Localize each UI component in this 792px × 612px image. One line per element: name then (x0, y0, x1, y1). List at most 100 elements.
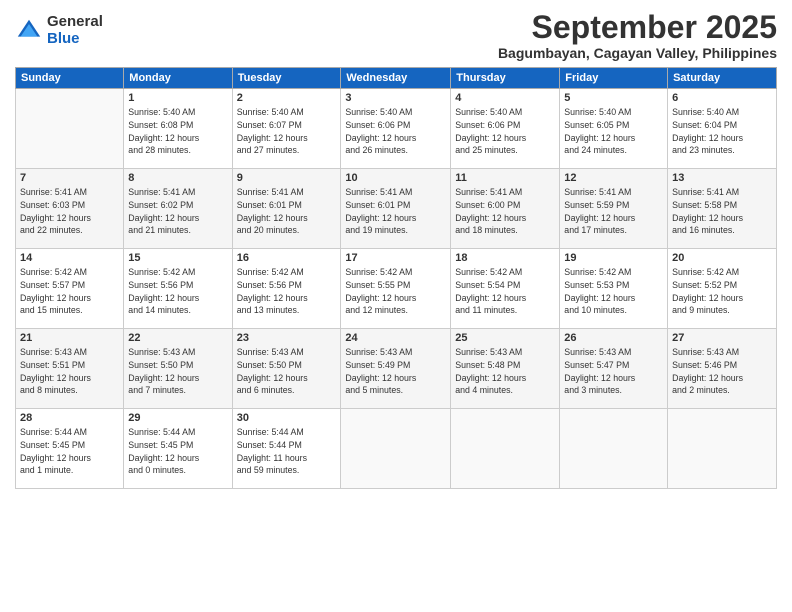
day-number: 1 (128, 92, 227, 104)
day-info: Sunrise: 5:43 AM Sunset: 5:50 PM Dayligh… (128, 346, 227, 397)
day-number: 9 (237, 172, 337, 184)
day-number: 7 (20, 172, 119, 184)
day-info: Sunrise: 5:42 AM Sunset: 5:54 PM Dayligh… (455, 266, 555, 317)
calendar-cell: 4Sunrise: 5:40 AM Sunset: 6:06 PM Daylig… (451, 89, 560, 169)
day-number: 25 (455, 332, 555, 344)
calendar-cell: 27 Sunrise: 5:43 AM Sunset: 5:46 PM Dayli… (668, 329, 777, 409)
day-info: Sunrise: 5:40 AM Sunset: 6:07 PM Dayligh… (237, 106, 337, 157)
day-number: 2 (237, 92, 337, 104)
calendar-cell (560, 409, 668, 489)
calendar-cell: 20 Sunrise: 5:42 AM Sunset: 5:52 PM Dayli… (668, 249, 777, 329)
day-info: Sunrise: 5:44 AM Sunset: 5:45 PM Dayligh… (20, 426, 119, 477)
calendar-cell: 21 Sunrise: 5:43 AM Sunset: 5:51 PM Dayli… (16, 329, 124, 409)
title-area: September 2025 Bagumbayan, Cagayan Valle… (498, 10, 777, 61)
day-number: 28 (20, 412, 119, 424)
calendar-cell: 14 Sunrise: 5:42 AM Sunset: 5:57 PM Dayli… (16, 249, 124, 329)
day-info: Sunrise: 5:42 AM Sunset: 5:53 PM Dayligh… (564, 266, 663, 317)
day-number: 14 (20, 252, 119, 264)
day-info: Sunrise: 5:41 AM Sunset: 6:00 PM Dayligh… (455, 186, 555, 237)
calendar-cell: 30 Sunrise: 5:44 AM Sunset: 5:44 PM Dayli… (232, 409, 341, 489)
calendar-cell: 11 Sunrise: 5:41 AM Sunset: 6:00 PM Dayli… (451, 169, 560, 249)
calendar-week-1: 1 Sunrise: 5:40 AM Sunset: 6:08 PM Daylig… (16, 89, 777, 169)
calendar-cell (341, 409, 451, 489)
calendar-cell: 3 Sunrise: 5:40 AM Sunset: 6:06 PM Daylig… (341, 89, 451, 169)
day-info: Sunrise: 5:42 AM Sunset: 5:55 PM Dayligh… (345, 266, 446, 317)
day-info: Sunrise: 5:43 AM Sunset: 5:48 PM Dayligh… (455, 346, 555, 397)
day-info: Sunrise: 5:41 AM Sunset: 6:01 PM Dayligh… (237, 186, 337, 237)
day-info: Sunrise: 5:44 AM Sunset: 5:44 PM Dayligh… (237, 426, 337, 477)
weekday-header-tuesday: Tuesday (232, 68, 341, 89)
day-info: Sunrise: 5:40 AM Sunset: 6:08 PM Dayligh… (128, 106, 227, 157)
day-number: 10 (345, 172, 446, 184)
calendar-cell: 22 Sunrise: 5:43 AM Sunset: 5:50 PM Dayli… (124, 329, 232, 409)
day-info: Sunrise: 5:43 AM Sunset: 5:46 PM Dayligh… (672, 346, 772, 397)
day-info: Sunrise: 5:41 AM Sunset: 6:01 PM Dayligh… (345, 186, 446, 237)
day-number: 19 (564, 252, 663, 264)
weekday-header-saturday: Saturday (668, 68, 777, 89)
month-title: September 2025 (498, 10, 777, 45)
day-info: Sunrise: 5:43 AM Sunset: 5:50 PM Dayligh… (237, 346, 337, 397)
weekday-header-thursday: Thursday (451, 68, 560, 89)
day-number: 27 (672, 332, 772, 344)
calendar-cell: 12 Sunrise: 5:41 AM Sunset: 5:59 PM Dayli… (560, 169, 668, 249)
calendar-cell: 17 Sunrise: 5:42 AM Sunset: 5:55 PM Dayli… (341, 249, 451, 329)
day-number: 17 (345, 252, 446, 264)
calendar-cell: 2 Sunrise: 5:40 AM Sunset: 6:07 PM Daylig… (232, 89, 341, 169)
calendar-week-2: 7 Sunrise: 5:41 AM Sunset: 6:03 PM Daylig… (16, 169, 777, 249)
weekday-header-friday: Friday (560, 68, 668, 89)
calendar-cell (451, 409, 560, 489)
day-info: Sunrise: 5:44 AM Sunset: 5:45 PM Dayligh… (128, 426, 227, 477)
calendar-cell: 8 Sunrise: 5:41 AM Sunset: 6:02 PM Daylig… (124, 169, 232, 249)
calendar-cell: 5 Sunrise: 5:40 AM Sunset: 6:05 PM Daylig… (560, 89, 668, 169)
day-number: 22 (128, 332, 227, 344)
day-number: 16 (237, 252, 337, 264)
day-info: Sunrise: 5:41 AM Sunset: 6:02 PM Dayligh… (128, 186, 227, 237)
calendar-week-4: 21 Sunrise: 5:43 AM Sunset: 5:51 PM Dayli… (16, 329, 777, 409)
day-info: Sunrise: 5:40 AM Sunset: 6:06 PM Dayligh… (345, 106, 446, 157)
calendar-cell (668, 409, 777, 489)
day-number: 15 (128, 252, 227, 264)
day-number: 18 (455, 252, 555, 264)
day-number: 8 (128, 172, 227, 184)
calendar-cell: 18 Sunrise: 5:42 AM Sunset: 5:54 PM Dayli… (451, 249, 560, 329)
calendar-cell: 23Sunrise: 5:43 AM Sunset: 5:50 PM Dayli… (232, 329, 341, 409)
day-number: 20 (672, 252, 772, 264)
day-info: Sunrise: 5:42 AM Sunset: 5:57 PM Dayligh… (20, 266, 119, 317)
day-info: Sunrise: 5:40 AM Sunset: 6:05 PM Dayligh… (564, 106, 663, 157)
day-info: Sunrise: 5:42 AM Sunset: 5:56 PM Dayligh… (128, 266, 227, 317)
calendar-cell: 28 Sunrise: 5:44 AM Sunset: 5:45 PM Dayli… (16, 409, 124, 489)
day-number: 3 (345, 92, 446, 104)
day-info: Sunrise: 5:41 AM Sunset: 5:58 PM Dayligh… (672, 186, 772, 237)
day-number: 12 (564, 172, 663, 184)
day-number: 26 (564, 332, 663, 344)
calendar-cell: 26 Sunrise: 5:43 AM Sunset: 5:47 PM Dayli… (560, 329, 668, 409)
day-number: 29 (128, 412, 227, 424)
calendar-table: SundayMondayTuesdayWednesdayThursdayFrid… (15, 67, 777, 489)
calendar-cell: 9 Sunrise: 5:41 AM Sunset: 6:01 PM Daylig… (232, 169, 341, 249)
day-number: 21 (20, 332, 119, 344)
day-info: Sunrise: 5:41 AM Sunset: 5:59 PM Dayligh… (564, 186, 663, 237)
day-number: 5 (564, 92, 663, 104)
day-number: 30 (237, 412, 337, 424)
location-title: Bagumbayan, Cagayan Valley, Philippines (498, 45, 777, 61)
calendar-cell: 25 Sunrise: 5:43 AM Sunset: 5:48 PM Dayli… (451, 329, 560, 409)
day-info: Sunrise: 5:42 AM Sunset: 5:56 PM Dayligh… (237, 266, 337, 317)
day-info: Sunrise: 5:43 AM Sunset: 5:49 PM Dayligh… (345, 346, 446, 397)
calendar-cell: 13Sunrise: 5:41 AM Sunset: 5:58 PM Dayli… (668, 169, 777, 249)
day-number: 11 (455, 172, 555, 184)
weekday-header-row: SundayMondayTuesdayWednesdayThursdayFrid… (16, 68, 777, 89)
calendar-cell: 29 Sunrise: 5:44 AM Sunset: 5:45 PM Dayli… (124, 409, 232, 489)
day-number: 24 (345, 332, 446, 344)
calendar-week-5: 28 Sunrise: 5:44 AM Sunset: 5:45 PM Dayli… (16, 409, 777, 489)
calendar-cell: 19 Sunrise: 5:42 AM Sunset: 5:53 PM Dayli… (560, 249, 668, 329)
day-info: Sunrise: 5:40 AM Sunset: 6:04 PM Dayligh… (672, 106, 772, 157)
calendar-cell (16, 89, 124, 169)
day-info: Sunrise: 5:43 AM Sunset: 5:47 PM Dayligh… (564, 346, 663, 397)
page: General Blue September 2025 Bagumbayan, … (0, 0, 792, 612)
header: General Blue September 2025 Bagumbayan, … (15, 10, 777, 61)
calendar-cell: 16 Sunrise: 5:42 AM Sunset: 5:56 PM Dayli… (232, 249, 341, 329)
day-info: Sunrise: 5:41 AM Sunset: 6:03 PM Dayligh… (20, 186, 119, 237)
day-info: Sunrise: 5:43 AM Sunset: 5:51 PM Dayligh… (20, 346, 119, 397)
day-info: Sunrise: 5:42 AM Sunset: 5:52 PM Dayligh… (672, 266, 772, 317)
weekday-header-monday: Monday (124, 68, 232, 89)
